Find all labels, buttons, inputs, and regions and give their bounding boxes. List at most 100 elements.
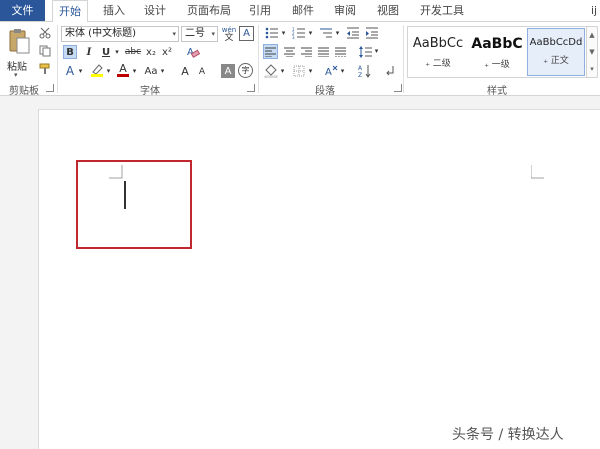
font-color-letter: A	[119, 62, 127, 75]
tab-page-layout[interactable]: 页面布局	[183, 0, 235, 21]
change-case-button[interactable]: Aa	[143, 64, 159, 78]
tab-references[interactable]: 引用	[245, 0, 275, 21]
cut-button[interactable]	[38, 26, 52, 40]
character-border-button[interactable]: A	[239, 26, 254, 41]
line-spacing-button[interactable]	[357, 44, 373, 59]
svg-text:3: 3	[292, 35, 295, 39]
bullets-button[interactable]	[263, 26, 281, 40]
underline-dropdown-icon[interactable]: ▾	[113, 45, 121, 59]
align-center-icon	[284, 47, 295, 57]
font-color-swatch	[117, 74, 129, 77]
paint-bucket-icon	[264, 64, 278, 78]
tab-insert[interactable]: 插入	[99, 0, 129, 21]
italic-button[interactable]: I	[82, 45, 96, 59]
tab-overflow[interactable]: ij	[588, 0, 600, 21]
scroll-up-icon[interactable]: ▲	[587, 27, 597, 44]
chevron-down-icon[interactable]: ▾	[334, 26, 341, 40]
format-painter-button[interactable]	[38, 62, 52, 76]
subscript-button[interactable]: x₂	[144, 45, 158, 59]
justify-button[interactable]	[316, 44, 331, 59]
style-name: ₊ 正文	[543, 56, 569, 66]
font-color-button[interactable]: A	[116, 62, 130, 78]
chevron-down-icon[interactable]: ▾	[280, 26, 287, 40]
style-heading-2[interactable]: AaBbCc ₊ 二级	[409, 28, 467, 76]
phonetic-guide-button[interactable]: wén 文	[221, 25, 237, 43]
distributed-button[interactable]	[333, 44, 348, 59]
phonetic-guide-char: 文	[224, 33, 234, 43]
asian-layout-button[interactable]: A	[323, 63, 339, 79]
increase-indent-button[interactable]	[364, 26, 380, 40]
styles-gallery-scroller[interactable]: ▲ ▼ ▾	[587, 26, 598, 78]
svg-text:A: A	[358, 65, 363, 72]
shrink-font-button[interactable]: A	[196, 65, 208, 79]
tab-design[interactable]: 设计	[140, 0, 170, 21]
asian-layout-icon: A	[325, 65, 338, 78]
highlighter-icon	[91, 64, 103, 77]
distributed-icon	[335, 47, 346, 57]
style-name: ₊ 二级	[425, 59, 451, 69]
scroll-down-icon[interactable]: ▼	[587, 44, 597, 61]
chevron-down-icon: ▾	[172, 30, 176, 38]
font-launcher-icon[interactable]	[247, 84, 255, 92]
chevron-down-icon[interactable]: ▾	[279, 64, 286, 78]
style-heading-1[interactable]: AaBbC ₊ 一级	[468, 28, 526, 76]
paste-dropdown-icon[interactable]: ▾	[14, 71, 18, 79]
font-name-combo[interactable]: 宋体 (中文标题) ▾	[61, 26, 179, 42]
copy-icon	[39, 45, 51, 57]
tab-mailings[interactable]: 邮件	[288, 0, 318, 21]
tab-view[interactable]: 视图	[373, 0, 403, 21]
align-left-icon	[265, 47, 276, 57]
font-size-value: 二号	[185, 28, 205, 39]
chevron-down-icon[interactable]: ▾	[105, 64, 112, 78]
paste-button[interactable]	[4, 26, 34, 56]
decrease-indent-button[interactable]	[345, 26, 361, 40]
tab-home[interactable]: 开始	[52, 0, 88, 22]
group-separator	[403, 25, 404, 93]
font-group-label: 字体	[140, 86, 160, 97]
copy-button[interactable]	[38, 44, 52, 58]
sort-button[interactable]: AZ	[357, 63, 373, 79]
strikethrough-button[interactable]: abc	[124, 45, 142, 59]
show-marks-button[interactable]	[383, 63, 397, 79]
borders-button[interactable]	[291, 63, 307, 79]
align-right-button[interactable]	[299, 44, 314, 59]
text-effects-button[interactable]: A	[63, 64, 77, 78]
align-center-button[interactable]	[282, 44, 297, 59]
highlight-button[interactable]	[89, 62, 105, 78]
chevron-down-icon[interactable]: ▾	[159, 64, 166, 78]
tab-developer[interactable]: 开发工具	[416, 0, 468, 21]
clipboard-launcher-icon[interactable]	[46, 84, 54, 92]
justify-icon	[318, 47, 329, 57]
shading-button[interactable]	[263, 63, 279, 79]
svg-text:A: A	[325, 67, 332, 78]
character-shading-button[interactable]: A	[221, 64, 235, 78]
align-right-icon	[301, 47, 312, 57]
multilevel-list-button[interactable]	[317, 26, 335, 40]
bold-button[interactable]: B	[63, 45, 77, 59]
format-painter-icon	[39, 63, 50, 74]
chevron-down-icon[interactable]: ▾	[77, 64, 84, 78]
superscript-button[interactable]: x²	[160, 45, 174, 59]
style-name: ₊ 一级	[484, 60, 510, 70]
clear-formatting-button[interactable]: A	[185, 44, 201, 60]
chevron-down-icon[interactable]: ▾	[307, 26, 314, 40]
chevron-down-icon[interactable]: ▾	[339, 64, 346, 78]
chevron-down-icon[interactable]: ▾	[307, 64, 314, 78]
style-normal[interactable]: AaBbCcDd ₊ 正文	[527, 28, 585, 76]
gallery-more-icon[interactable]: ▾	[587, 61, 597, 78]
font-size-combo[interactable]: 二号 ▾	[181, 26, 218, 42]
paragraph-group-label: 段落	[315, 86, 335, 97]
align-left-button[interactable]	[263, 44, 278, 59]
tab-review[interactable]: 审阅	[330, 0, 360, 21]
numbering-button[interactable]: 123	[290, 26, 308, 40]
numbered-list-icon: 123	[292, 27, 305, 39]
paragraph-launcher-icon[interactable]	[394, 84, 402, 92]
grow-font-button[interactable]: A	[179, 64, 191, 78]
enclose-characters-button[interactable]: 字	[238, 63, 253, 78]
chevron-down-icon[interactable]: ▾	[373, 44, 380, 58]
chevron-down-icon: ▾	[211, 30, 215, 38]
chevron-down-icon[interactable]: ▾	[131, 64, 138, 78]
underline-button[interactable]: U	[99, 45, 113, 59]
eraser-icon: A	[187, 47, 200, 58]
tab-file[interactable]: 文件	[0, 0, 45, 21]
